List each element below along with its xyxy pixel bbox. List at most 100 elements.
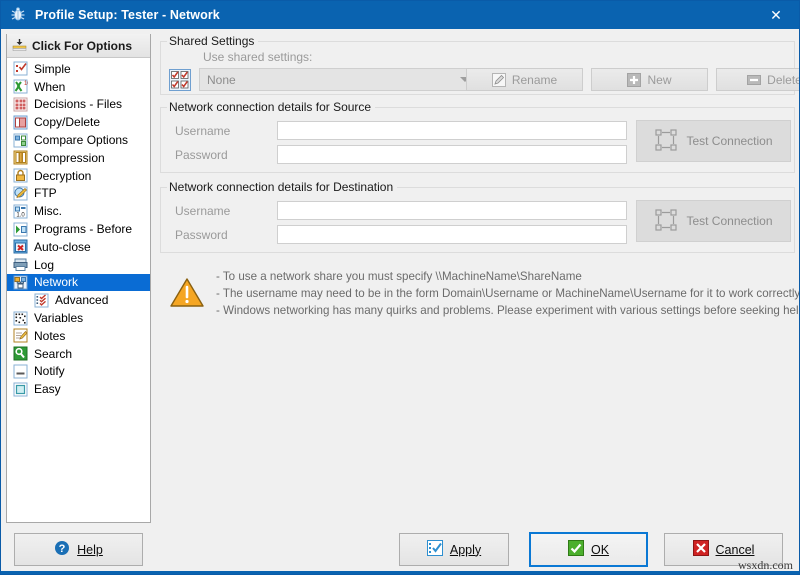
minus-icon (747, 73, 761, 87)
sidebar-header-label: Click For Options (32, 39, 132, 53)
apply-button-label: Apply (450, 543, 481, 557)
sidebar-item-auto-close[interactable]: Auto-close (7, 238, 150, 256)
sidebar-item-label: Notes (34, 329, 65, 343)
sidebar-item-compare-options[interactable]: Compare Options (7, 131, 150, 149)
sidebar-header-click-for-options[interactable]: Click For Options (7, 34, 150, 58)
dialog-window: Profile Setup: Tester - Network ✕ Click … (0, 0, 800, 575)
question-circle-icon: ? (54, 540, 70, 559)
sidebar-item-label: Auto-close (34, 240, 91, 254)
sidebar-item-label: When (34, 80, 65, 94)
compare-boxes-icon (12, 132, 28, 148)
sidebar-item-notify[interactable]: Notify (7, 363, 150, 381)
source-test-connection-button[interactable]: Test Connection (636, 120, 791, 162)
destination-test-connection-button[interactable]: Test Connection (636, 200, 791, 242)
help-button-label: Help (77, 543, 103, 557)
dots-variables-icon (12, 310, 28, 326)
connection-nodes-icon (654, 208, 678, 235)
misc-digits-icon: 1.0 (12, 203, 28, 219)
sidebar-item-label: Decisions - Files (34, 97, 122, 111)
svg-text:?: ? (59, 543, 66, 555)
advanced-list-icon (33, 292, 49, 308)
sidebar-item-copy-delete[interactable]: Copy/Delete (7, 113, 150, 131)
shared-settings-group-label: Shared Settings (167, 34, 258, 48)
dialog-footer: ? Help Apply OK (1, 524, 799, 574)
warning-triangle-icon (168, 274, 206, 312)
sidebar-item-label: Variables (34, 311, 83, 325)
source-test-connection-label: Test Connection (686, 134, 772, 148)
rename-button[interactable]: Rename (466, 68, 583, 91)
sidebar-item-compression[interactable]: Compression (7, 149, 150, 167)
sidebar-item-when[interactable]: 10 When (7, 78, 150, 96)
svg-text:10: 10 (24, 81, 28, 87)
shared-settings-row: None (169, 68, 479, 91)
new-button[interactable]: New (591, 68, 708, 91)
sidebar-list: Simple 10 When Decisions - Files Copy/Delete… (7, 58, 150, 398)
help-button[interactable]: ? Help (14, 533, 143, 566)
sidebar-item-log[interactable]: Log (7, 256, 150, 274)
network-info-panel: - To use a network share you must specif… (160, 263, 795, 323)
info-line-1: - To use a network share you must specif… (216, 270, 800, 283)
destination-test-connection-label: Test Connection (686, 214, 772, 228)
apply-check-icon (427, 540, 443, 559)
destination-username-label: Username (175, 204, 230, 218)
sidebar-item-label: Easy (34, 382, 61, 396)
sidebar-item-variables[interactable]: Variables (7, 309, 150, 327)
destination-password-input[interactable] (277, 225, 627, 244)
sidebar-item-misc[interactable]: 1.0 Misc. (7, 202, 150, 220)
sidebar-item-programs-before[interactable]: Programs - Before (7, 220, 150, 238)
destination-username-input[interactable] (277, 201, 627, 220)
window-bottom-accent (1, 571, 799, 574)
shared-settings-combo[interactable]: None (199, 68, 479, 91)
sidebar-item-label: Search (34, 347, 72, 361)
apply-button[interactable]: Apply (399, 533, 509, 566)
sidebar-item-decisions-files[interactable]: Decisions - Files (7, 96, 150, 114)
square-easy-icon (12, 381, 28, 397)
use-shared-settings-label: Use shared settings: (203, 50, 312, 64)
sidebar-item-label: Simple (34, 62, 71, 76)
options-sidebar: Click For Options Simple 10 When Decisions … (6, 34, 151, 523)
book-archive-icon (12, 150, 28, 166)
sidebar-item-simple[interactable]: Simple (7, 60, 150, 78)
globe-pencil-icon (12, 185, 28, 201)
rename-button-label: Rename (512, 73, 557, 87)
sidebar-item-label: Copy/Delete (34, 115, 100, 129)
shared-settings-group: Shared Settings Use shared settings: (160, 41, 795, 95)
shared-settings-icon[interactable] (169, 69, 191, 91)
sidebar-item-notes[interactable]: Notes (7, 327, 150, 345)
sidebar-item-label: Compare Options (34, 133, 128, 147)
svg-text:1.0: 1.0 (16, 212, 25, 218)
cancel-button-label: Cancel (716, 543, 755, 557)
connection-nodes-icon (654, 128, 678, 155)
source-group-label: Network connection details for Source (167, 100, 375, 114)
app-bug-icon (8, 5, 28, 25)
close-icon[interactable]: ✕ (753, 1, 799, 29)
sidebar-item-easy[interactable]: Easy (7, 380, 150, 398)
delete-button[interactable]: Delete (716, 68, 800, 91)
notes-pencil-icon (12, 328, 28, 344)
copy-pages-icon (12, 114, 28, 130)
sidebar-item-ftp[interactable]: FTP (7, 185, 150, 203)
sidebar-item-label: FTP (34, 186, 57, 200)
source-username-label: Username (175, 124, 230, 138)
sidebar-item-label: Decryption (34, 169, 91, 183)
calendar-clock-icon: 10 (12, 79, 28, 95)
destination-connection-group: Network connection details for Destinati… (160, 187, 795, 253)
sidebar-item-decryption[interactable]: Decryption (7, 167, 150, 185)
settings-content: Shared Settings Use shared settings: (156, 29, 799, 524)
sidebar-item-advanced[interactable]: Advanced (7, 291, 150, 309)
source-password-input[interactable] (277, 145, 627, 164)
shared-settings-combo-value: None (207, 73, 236, 87)
green-check-icon (568, 540, 584, 559)
sidebar-item-search[interactable]: Search (7, 345, 150, 363)
source-username-input[interactable] (277, 121, 627, 140)
info-line-3: - Windows networking has many quirks and… (216, 304, 800, 317)
sidebar-item-label: Misc. (34, 204, 62, 218)
sidebar-item-network[interactable]: Network (7, 274, 150, 292)
new-button-label: New (647, 73, 671, 87)
info-line-2: - The username may need to be in the for… (216, 287, 800, 300)
ok-button[interactable]: OK (529, 532, 648, 567)
run-program-icon (12, 221, 28, 237)
source-password-label: Password (175, 148, 228, 162)
red-x-icon (693, 540, 709, 559)
grid-red-icon (12, 96, 28, 112)
